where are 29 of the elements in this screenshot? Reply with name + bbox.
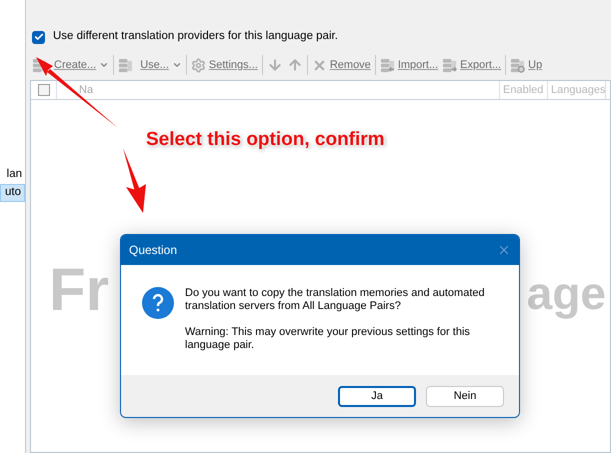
- database-icon: [442, 58, 458, 72]
- database-icon: [510, 58, 526, 72]
- toolbar-button[interactable]: Remove: [310, 53, 373, 77]
- database-icon: [118, 58, 134, 72]
- dialog-message: Do you want to copy the translation memories and automated translation servers from All Language Pairs?: [185, 287, 486, 313]
- toolbar-button[interactable]: Import...: [378, 53, 440, 77]
- checkbox[interactable]: [32, 30, 45, 44]
- question-icon: [142, 287, 174, 319]
- database-icon: [380, 58, 395, 72]
- annotation-text: Select this option, confirm: [146, 128, 385, 152]
- remove-icon: [312, 58, 327, 72]
- annotation-arrow: [123, 148, 146, 213]
- dialog-button[interactable]: Nein: [426, 386, 504, 406]
- dialog-warning: Warning: This may overwrite your previous settings for this language pair.: [185, 326, 471, 352]
- toolbar-dropdown[interactable]: Use...: [116, 53, 184, 77]
- settings-icon: [190, 58, 206, 72]
- dialog-title: Question: [129, 242, 178, 259]
- checkbox[interactable]: [38, 84, 50, 96]
- caret-icon: [172, 60, 182, 70]
- sidebar-item[interactable]: uto: [0, 184, 25, 202]
- toolbar-button[interactable]: Export...: [440, 53, 504, 77]
- toolbar-button[interactable]: Settings...: [188, 53, 260, 77]
- sidebar-item[interactable]: lan: [0, 166, 25, 184]
- toolbar-button[interactable]: Up: [508, 53, 544, 77]
- caret-icon: [99, 60, 110, 70]
- close-icon[interactable]: [497, 243, 511, 257]
- dialog-button[interactable]: Ja: [338, 386, 416, 406]
- checkbox-label: Use different translation providers for this language pair.: [53, 29, 338, 44]
- check-icon: [34, 32, 44, 42]
